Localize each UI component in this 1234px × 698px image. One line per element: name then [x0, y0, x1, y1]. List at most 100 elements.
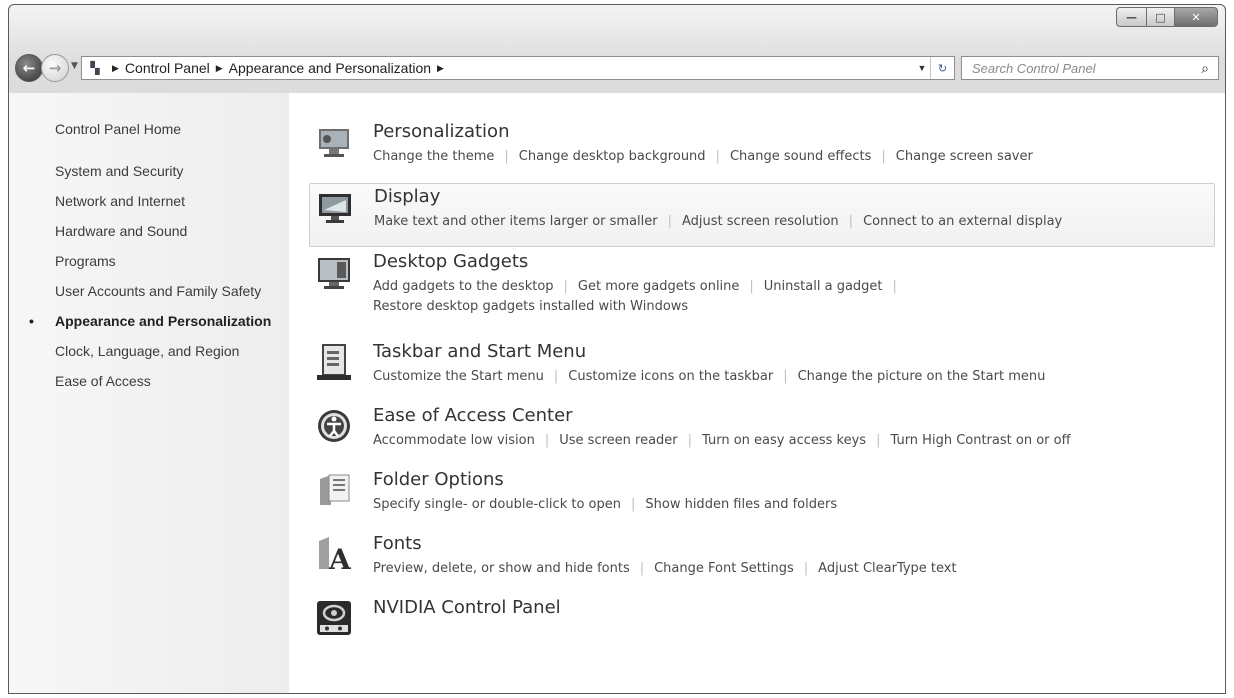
task-link-change-the-picture-on-the-start-menu[interactable]: Change the picture on the Start menu [798, 369, 1046, 384]
category-title[interactable]: Personalization [373, 121, 509, 142]
task-link-turn-high-contrast-on-or-off[interactable]: Turn High Contrast on or off [890, 433, 1070, 448]
control-panel-home-link[interactable]: Control Panel Home [55, 121, 181, 137]
task-link-restore-desktop-gadgets-installed-with-windows[interactable]: Restore desktop gadgets installed with W… [373, 299, 688, 314]
sidebar-item-label: Clock, Language, and Region [55, 343, 240, 359]
task-link-change-desktop-background[interactable]: Change desktop background [519, 149, 706, 164]
task-link-change-sound-effects[interactable]: Change sound effects [730, 149, 871, 164]
sidebar-item-appearance-and-personalization[interactable]: • Appearance and Personalization [29, 311, 275, 331]
navigation-bar: ← → ▼ ▚ ▶ Control Panel ▶ Appearance and… [9, 51, 1225, 85]
sidebar-item-programs[interactable]: Programs [55, 251, 275, 271]
sidebar-item-ease-of-access[interactable]: Ease of Access [55, 371, 275, 391]
category-fonts: A Fonts Preview, delete, or show and hide … [309, 531, 1215, 595]
link-separator: | [504, 149, 509, 164]
task-link-customize-icons-on-the-taskbar[interactable]: Customize icons on the taskbar [568, 369, 773, 384]
back-arrow-icon: ← [22, 59, 36, 77]
active-bullet-icon: • [29, 313, 34, 329]
task-link-connect-to-an-external-display[interactable]: Connect to an external display [863, 214, 1062, 229]
chevron-down-icon[interactable]: ▼ [914, 63, 930, 73]
link-separator: | [876, 433, 881, 448]
chevron-right-icon[interactable]: ▶ [112, 63, 119, 74]
task-link-turn-on-easy-access-keys[interactable]: Turn on easy access keys [702, 433, 866, 448]
gadgets-icon[interactable] [315, 253, 353, 291]
task-link-specify-single-or-double-click-to-open[interactable]: Specify single- or double-click to open [373, 497, 621, 512]
ease-of-access-icon[interactable] [315, 407, 353, 445]
task-link-adjust-screen-resolution[interactable]: Adjust screen resolution [682, 214, 839, 229]
category-display: Display Make text and other items larger … [309, 183, 1215, 247]
category-nvidia-control-panel: NVIDIA Control Panel [309, 595, 1215, 659]
sidebar-item-label: Network and Internet [55, 193, 185, 209]
category-title[interactable]: Taskbar and Start Menu [373, 341, 586, 362]
back-button[interactable]: ← [15, 54, 43, 82]
task-link-change-screen-saver[interactable]: Change screen saver [896, 149, 1033, 164]
taskbar-icon[interactable] [315, 343, 353, 381]
category-title[interactable]: Folder Options [373, 469, 504, 490]
folder-options-icon[interactable] [315, 471, 353, 509]
task-link-make-text-and-other-items-larger-or-smaller[interactable]: Make text and other items larger or smal… [374, 214, 658, 229]
category-title[interactable]: Display [374, 186, 440, 207]
breadcrumb-appearance[interactable]: Appearance and Personalization [229, 60, 431, 76]
recent-pages-dropdown[interactable]: ▼ [71, 61, 78, 71]
task-link-adjust-cleartype-text[interactable]: Adjust ClearType text [818, 561, 956, 576]
close-button[interactable]: ✕ [1174, 7, 1218, 27]
task-link-uninstall-a-gadget[interactable]: Uninstall a gadget [764, 279, 883, 294]
sidebar-item-hardware-and-sound[interactable]: Hardware and Sound [55, 221, 275, 241]
sidebar-nav: System and Security Network and Internet H… [29, 161, 275, 401]
link-separator: | [881, 149, 886, 164]
link-separator: | [687, 433, 693, 448]
sidebar-item-user-accounts-and-family-safety[interactable]: User Accounts and Family Safety [55, 281, 275, 301]
task-link-get-more-gadgets-online[interactable]: Get more gadgets online [578, 279, 739, 294]
category-links: Accommodate low vision | Use screen reader… [373, 433, 1071, 448]
breadcrumb-control-panel[interactable]: Control Panel [125, 60, 210, 76]
task-link-accommodate-low-vision[interactable]: Accommodate low vision [373, 433, 535, 448]
category-links: Change the theme | Change desktop backgrou… [373, 149, 1033, 164]
forward-arrow-icon: → [48, 59, 62, 77]
task-link-show-hidden-files-and-folders[interactable]: Show hidden files and folders [645, 497, 837, 512]
task-link-preview-delete-or-show-and-hide-fonts[interactable]: Preview, delete, or show and hide fonts [373, 561, 630, 576]
link-separator: | [639, 561, 645, 576]
link-separator: | [563, 279, 568, 294]
sidebar-item-system-and-security[interactable]: System and Security [55, 161, 275, 181]
chevron-right-icon[interactable]: ▶ [216, 63, 223, 74]
sidebar-item-clock-language-and-region[interactable]: Clock, Language, and Region [55, 341, 275, 361]
category-personalization: Personalization Change the theme | Change d… [309, 119, 1215, 183]
category-title[interactable]: Fonts [373, 533, 422, 554]
link-separator: | [848, 214, 854, 229]
category-title[interactable]: NVIDIA Control Panel [373, 597, 561, 618]
task-link-use-screen-reader[interactable]: Use screen reader [559, 433, 677, 448]
personalization-icon[interactable] [315, 123, 353, 161]
task-link-change-the-theme[interactable]: Change the theme [373, 149, 494, 164]
search-icon[interactable]: ⌕ [1192, 60, 1218, 77]
chevron-right-icon[interactable]: ▶ [437, 63, 444, 74]
category-links: Add gadgets to the desktop | Get more gadg… [373, 279, 907, 294]
maximize-button[interactable]: □ [1146, 7, 1174, 27]
sidebar-item-label: Hardware and Sound [55, 223, 188, 239]
category-links: Restore desktop gadgets installed with W… [373, 299, 688, 314]
address-bar[interactable]: ▚ ▶ Control Panel ▶ Appearance and Perso… [81, 56, 955, 80]
sidebar-item-network-and-internet[interactable]: Network and Internet [55, 191, 275, 211]
link-separator: | [667, 214, 673, 229]
minimize-button[interactable]: — [1116, 7, 1146, 27]
search-box[interactable]: ⌕ [961, 56, 1219, 80]
task-link-change-font-settings[interactable]: Change Font Settings [654, 561, 794, 576]
category-title[interactable]: Ease of Access Center [373, 405, 573, 426]
category-links: Make text and other items larger or smal… [374, 214, 1062, 229]
search-input[interactable] [962, 60, 1192, 76]
fonts-icon[interactable]: A [315, 535, 353, 576]
link-separator: | [715, 149, 720, 164]
category-ease-of-access-center: Ease of Access Center Accommodate low vis… [309, 403, 1215, 467]
category-links: Preview, delete, or show and hide fonts |… [373, 561, 957, 576]
category-links: Customize the Start menu | Customize icons… [373, 369, 1045, 384]
sidebar-item-label: Appearance and Personalization [55, 313, 272, 329]
task-link-add-gadgets-to-the-desktop[interactable]: Add gadgets to the desktop [373, 279, 554, 294]
nvidia-icon[interactable] [315, 599, 353, 637]
refresh-icon[interactable]: ↻ [930, 57, 954, 79]
forward-button[interactable]: → [41, 54, 69, 82]
link-separator: | [803, 561, 809, 576]
category-desktop-gadgets: Desktop Gadgets Add gadgets to the deskto… [309, 249, 1215, 314]
link-separator: | [544, 433, 550, 448]
link-separator: | [892, 279, 897, 294]
task-link-customize-the-start-menu[interactable]: Customize the Start menu [373, 369, 544, 384]
display-icon[interactable] [316, 188, 354, 226]
link-separator: | [553, 369, 559, 384]
category-title[interactable]: Desktop Gadgets [373, 251, 528, 272]
